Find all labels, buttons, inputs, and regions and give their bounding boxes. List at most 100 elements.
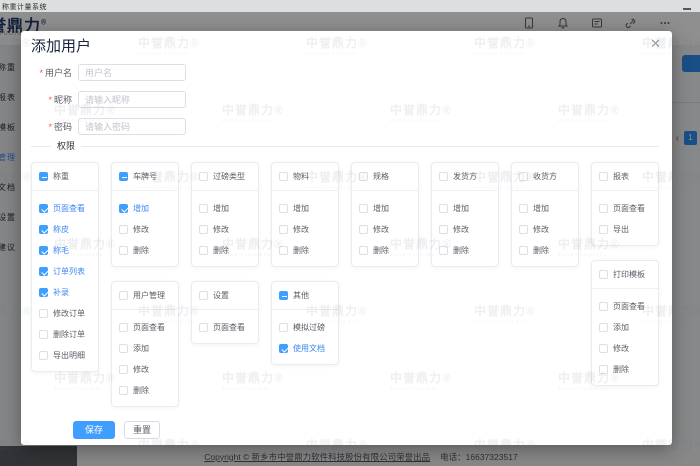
permission-item[interactable]: 删除 — [199, 245, 251, 256]
permission-item[interactable]: 导出明细 — [39, 350, 91, 361]
checkbox[interactable] — [359, 204, 368, 213]
permission-item[interactable]: 页面查看 — [599, 301, 651, 312]
permission-card-header[interactable]: 物料 — [272, 163, 338, 191]
checkbox[interactable] — [279, 225, 288, 234]
checkbox[interactable] — [599, 204, 608, 213]
permission-card-header[interactable]: 收货方 — [512, 163, 578, 191]
checkbox[interactable] — [119, 225, 128, 234]
permission-item[interactable]: 称毛 — [39, 245, 91, 256]
permission-card-header[interactable]: 发货方 — [432, 163, 498, 191]
checkbox[interactable] — [199, 323, 208, 332]
permission-card-header[interactable]: 用户管理 — [112, 282, 178, 310]
checkbox[interactable] — [119, 386, 128, 395]
permission-item[interactable]: 删除 — [599, 364, 651, 375]
checkbox[interactable] — [39, 246, 48, 255]
checkbox[interactable] — [199, 172, 208, 181]
checkbox[interactable] — [279, 204, 288, 213]
permission-card-header[interactable]: 称重 — [32, 163, 98, 191]
checkbox[interactable] — [39, 351, 48, 360]
permission-item[interactable]: 补录 — [39, 287, 91, 298]
permission-item[interactable]: 增加 — [439, 203, 491, 214]
password-input[interactable] — [78, 118, 186, 135]
permission-item[interactable]: 修改 — [439, 224, 491, 235]
checkbox[interactable] — [519, 246, 528, 255]
permission-item[interactable]: 修改 — [199, 224, 251, 235]
permission-card-header[interactable]: 报表 — [592, 163, 658, 191]
permission-item[interactable]: 页面查看 — [39, 203, 91, 214]
checkbox[interactable] — [119, 365, 128, 374]
nickname-input[interactable] — [78, 91, 186, 108]
checkbox[interactable] — [39, 288, 48, 297]
checkbox[interactable] — [439, 204, 448, 213]
checkbox[interactable] — [199, 204, 208, 213]
permission-item[interactable]: 页面查看 — [199, 322, 251, 333]
permission-item[interactable]: 删除 — [279, 245, 331, 256]
checkbox[interactable] — [279, 246, 288, 255]
permission-item[interactable]: 导出 — [599, 224, 651, 235]
checkbox[interactable] — [599, 365, 608, 374]
permission-item[interactable]: 修改 — [119, 224, 171, 235]
permission-item[interactable]: 使用文档 — [279, 343, 331, 354]
permission-item[interactable]: 删除 — [119, 385, 171, 396]
permission-item[interactable]: 修改 — [519, 224, 571, 235]
checkbox[interactable] — [599, 302, 608, 311]
permission-item[interactable]: 删除 — [519, 245, 571, 256]
checkbox[interactable] — [519, 172, 528, 181]
checkbox[interactable] — [119, 204, 128, 213]
checkbox[interactable] — [199, 291, 208, 300]
close-icon[interactable]: ✕ — [650, 37, 661, 50]
checkbox[interactable] — [119, 344, 128, 353]
checkbox[interactable] — [279, 172, 288, 181]
permission-item[interactable]: 增加 — [279, 203, 331, 214]
checkbox[interactable] — [359, 246, 368, 255]
permission-card-header[interactable]: 其他 — [272, 282, 338, 310]
save-button[interactable]: 保存 — [73, 421, 115, 439]
checkbox[interactable] — [599, 225, 608, 234]
checkbox[interactable] — [119, 323, 128, 332]
checkbox[interactable] — [519, 225, 528, 234]
permission-item[interactable]: 页面查看 — [599, 203, 651, 214]
permission-item[interactable]: 添加 — [119, 343, 171, 354]
permission-item[interactable]: 修改 — [359, 224, 411, 235]
permission-card-header[interactable]: 打印模板 — [592, 261, 658, 289]
checkbox[interactable] — [39, 204, 48, 213]
minimize-button[interactable] — [683, 8, 691, 10]
checkbox[interactable] — [199, 246, 208, 255]
checkbox[interactable] — [439, 172, 448, 181]
permission-item[interactable]: 增加 — [199, 203, 251, 214]
username-input[interactable] — [78, 64, 186, 81]
permission-card-header[interactable]: 设置 — [192, 282, 258, 310]
checkbox[interactable] — [39, 309, 48, 318]
permission-item[interactable]: 修改订单 — [39, 308, 91, 319]
permission-item[interactable]: 删除 — [439, 245, 491, 256]
checkbox[interactable] — [439, 225, 448, 234]
checkbox[interactable] — [39, 330, 48, 339]
permission-item[interactable]: 修改 — [119, 364, 171, 375]
permission-item[interactable]: 页面查看 — [119, 322, 171, 333]
checkbox[interactable] — [39, 267, 48, 276]
permission-item[interactable]: 删除 — [359, 245, 411, 256]
permission-item[interactable]: 修改 — [279, 224, 331, 235]
permission-item[interactable]: 模拟过磅 — [279, 322, 331, 333]
checkbox[interactable] — [279, 344, 288, 353]
permission-item[interactable]: 称皮 — [39, 224, 91, 235]
permission-card-header[interactable]: 过磅类型 — [192, 163, 258, 191]
checkbox[interactable] — [439, 246, 448, 255]
permission-card-header[interactable]: 规格 — [352, 163, 418, 191]
checkbox[interactable] — [599, 270, 608, 279]
checkbox[interactable] — [39, 172, 48, 181]
permission-item[interactable]: 添加 — [599, 322, 651, 333]
checkbox[interactable] — [119, 291, 128, 300]
permission-item[interactable]: 修改 — [599, 343, 651, 354]
permission-item[interactable]: 增加 — [519, 203, 571, 214]
permission-item[interactable]: 增加 — [119, 203, 171, 214]
checkbox[interactable] — [599, 344, 608, 353]
permission-card-header[interactable]: 车牌号 — [112, 163, 178, 191]
checkbox[interactable] — [359, 172, 368, 181]
checkbox[interactable] — [119, 172, 128, 181]
permission-item[interactable]: 增加 — [359, 203, 411, 214]
checkbox[interactable] — [359, 225, 368, 234]
checkbox[interactable] — [599, 323, 608, 332]
permission-item[interactable]: 删除订单 — [39, 329, 91, 340]
checkbox[interactable] — [39, 225, 48, 234]
